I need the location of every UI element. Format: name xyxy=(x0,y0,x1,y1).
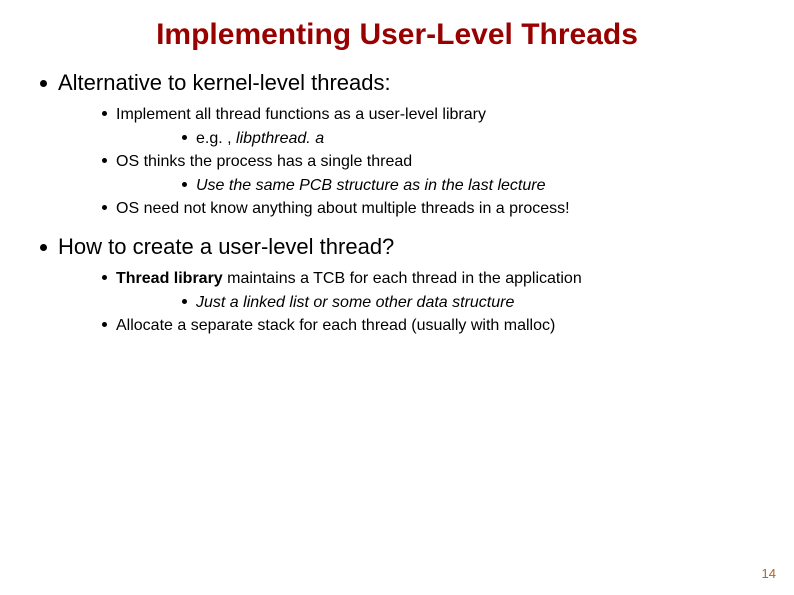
sub-em: Just a linked list or some other data st… xyxy=(196,294,514,311)
section-1-items: Implement all thread functions as a user… xyxy=(58,104,758,220)
sub-prefix: e.g. , xyxy=(196,130,236,147)
sub-list: e.g. , libpthread. a xyxy=(116,128,758,150)
page-number: 14 xyxy=(762,566,776,581)
sub-bullet: e.g. , libpthread. a xyxy=(116,128,758,150)
sub-em: Use the same PCB structure as in the las… xyxy=(196,177,545,194)
sub-bullet: Just a linked list or some other data st… xyxy=(116,292,758,314)
bullet-item: Thread library maintains a TCB for each … xyxy=(58,268,758,313)
section-2-heading: How to create a user-level thread? xyxy=(58,234,394,259)
section-2-items: Thread library maintains a TCB for each … xyxy=(58,268,758,337)
bullet-item: OS thinks the process has a single threa… xyxy=(58,151,758,196)
bullet-item: Implement all thread functions as a user… xyxy=(58,104,758,149)
slide-title: Implementing User-Level Threads xyxy=(36,18,758,52)
slide: Implementing User-Level Threads Alternat… xyxy=(0,0,794,595)
sub-list: Just a linked list or some other data st… xyxy=(116,292,758,314)
bullet-text: Allocate a separate stack for each threa… xyxy=(116,317,555,334)
sub-em: libpthread. a xyxy=(236,130,324,147)
sub-bullet: Use the same PCB structure as in the las… xyxy=(116,175,758,197)
bullet-text: OS thinks the process has a single threa… xyxy=(116,153,412,170)
bullet-list: Alternative to kernel-level threads: Imp… xyxy=(36,70,758,337)
bullet-text: maintains a TCB for each thread in the a… xyxy=(223,270,582,287)
section-spacer xyxy=(36,224,758,234)
section-1-heading: Alternative to kernel-level threads: xyxy=(58,70,391,95)
bullet-bold: Thread library xyxy=(116,270,223,287)
section-2: How to create a user-level thread? Threa… xyxy=(36,234,758,337)
section-1: Alternative to kernel-level threads: Imp… xyxy=(36,70,758,220)
bullet-item: Allocate a separate stack for each threa… xyxy=(58,315,758,337)
bullet-item: OS need not know anything about multiple… xyxy=(58,198,758,220)
bullet-text: Implement all thread functions as a user… xyxy=(116,106,486,123)
sub-list: Use the same PCB structure as in the las… xyxy=(116,175,758,197)
bullet-text: OS need not know anything about multiple… xyxy=(116,200,570,217)
